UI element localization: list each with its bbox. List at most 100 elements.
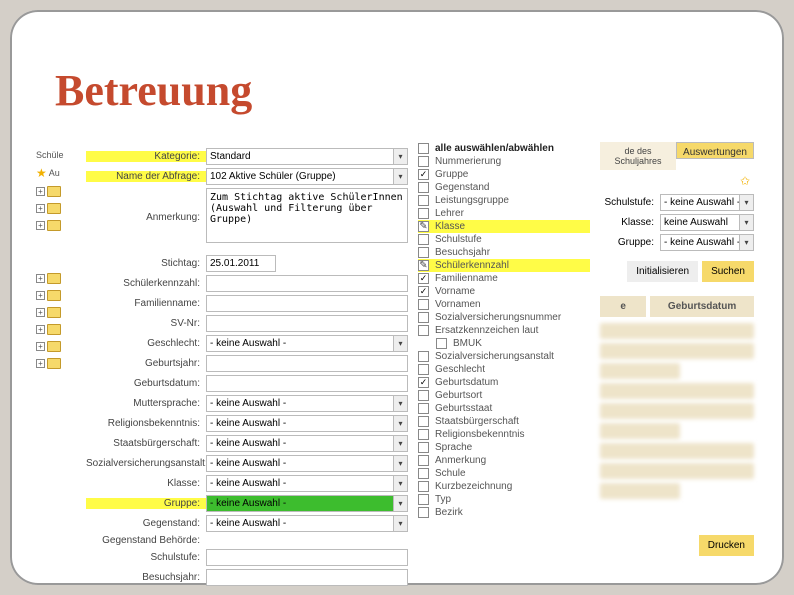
tree-row[interactable]: + — [36, 186, 84, 197]
star-icon[interactable]: ✩ — [740, 174, 750, 184]
tree-row[interactable]: + — [36, 324, 84, 335]
column-option[interactable]: Anmerkung — [418, 454, 590, 467]
select-gruppe[interactable] — [206, 495, 408, 512]
select-religion[interactable] — [206, 415, 408, 432]
checkbox[interactable] — [418, 494, 429, 505]
checkbox[interactable]: ✓ — [418, 273, 429, 284]
tree-row[interactable]: + — [36, 220, 84, 231]
input-familienname[interactable] — [206, 295, 408, 312]
select-kategorie[interactable] — [206, 148, 408, 165]
column-option[interactable]: Staatsbürgerschaft — [418, 415, 590, 428]
column-option[interactable]: Klasse — [418, 220, 590, 233]
select-gegenstand[interactable] — [206, 515, 408, 532]
column-option[interactable]: Lehrer — [418, 207, 590, 220]
chevron-down-icon[interactable]: ▾ — [393, 496, 407, 511]
chevron-down-icon[interactable]: ▾ — [739, 215, 753, 230]
chevron-down-icon[interactable]: ▾ — [393, 149, 407, 164]
chevron-down-icon[interactable]: ▾ — [393, 169, 407, 184]
checkbox[interactable] — [418, 429, 429, 440]
column-option[interactable]: Vornamen — [418, 298, 590, 311]
column-option[interactable]: Geburtsstaat — [418, 402, 590, 415]
column-option[interactable]: Nummerierung — [418, 155, 590, 168]
tree-row[interactable]: + — [36, 307, 84, 318]
expand-icon[interactable]: + — [36, 291, 45, 300]
checkbox[interactable] — [418, 468, 429, 479]
column-option[interactable]: BMUK — [418, 337, 590, 350]
checkbox[interactable] — [418, 507, 429, 518]
input-stichtag[interactable] — [206, 255, 276, 272]
input-schulstufe[interactable] — [206, 549, 408, 566]
chevron-down-icon[interactable]: ▾ — [393, 396, 407, 411]
checkbox[interactable] — [418, 481, 429, 492]
checkbox[interactable] — [418, 156, 429, 167]
tree-row[interactable]: + — [36, 273, 84, 284]
chevron-down-icon[interactable]: ▾ — [393, 476, 407, 491]
tab-schuljahr[interactable]: de des Schuljahres — [600, 142, 676, 170]
checkbox[interactable] — [418, 351, 429, 362]
chevron-down-icon[interactable]: ▾ — [393, 456, 407, 471]
expand-icon[interactable]: + — [36, 221, 45, 230]
expand-icon[interactable]: + — [36, 342, 45, 351]
checkbox[interactable] — [418, 260, 429, 271]
checkbox[interactable]: ✓ — [418, 169, 429, 180]
checkbox[interactable]: ✓ — [418, 377, 429, 388]
column-option[interactable]: Schulstufe — [418, 233, 590, 246]
select-sva[interactable] — [206, 455, 408, 472]
checkbox[interactable] — [418, 364, 429, 375]
chevron-down-icon[interactable]: ▾ — [393, 336, 407, 351]
checkbox[interactable] — [418, 195, 429, 206]
column-option[interactable]: ✓Geburtsdatum — [418, 376, 590, 389]
tab-auswertungen[interactable]: Auswertungen — [676, 142, 754, 159]
checkbox[interactable] — [436, 338, 447, 349]
init-button[interactable]: Initialisieren — [627, 261, 698, 282]
chevron-down-icon[interactable]: ▾ — [393, 516, 407, 531]
chevron-down-icon[interactable]: ▾ — [393, 436, 407, 451]
expand-icon[interactable]: + — [36, 325, 45, 334]
column-option[interactable]: Leistungsgruppe — [418, 194, 590, 207]
tree-row[interactable]: + — [36, 358, 84, 369]
checkbox[interactable] — [418, 221, 429, 232]
select-muttersprache[interactable] — [206, 395, 408, 412]
column-option[interactable]: Kurzbezeichnung — [418, 480, 590, 493]
search-button[interactable]: Suchen — [702, 261, 754, 282]
expand-icon[interactable]: + — [36, 308, 45, 317]
column-option[interactable]: Bezirk — [418, 506, 590, 519]
checkbox[interactable] — [418, 247, 429, 258]
print-button[interactable]: Drucken — [699, 535, 754, 556]
select-name-abfrage[interactable] — [206, 168, 408, 185]
column-option[interactable]: Sozialversicherungsnummer — [418, 311, 590, 324]
checkbox[interactable] — [418, 182, 429, 193]
expand-icon[interactable]: + — [36, 204, 45, 213]
select-staatsb[interactable] — [206, 435, 408, 452]
column-option[interactable]: Sozialversicherungsanstalt — [418, 350, 590, 363]
select-klasse[interactable] — [206, 475, 408, 492]
tree-row[interactable]: + — [36, 290, 84, 301]
input-geburtsdatum[interactable] — [206, 375, 408, 392]
column-option[interactable]: Religionsbekenntnis — [418, 428, 590, 441]
checkbox[interactable] — [418, 208, 429, 219]
column-option[interactable]: Schülerkennzahl — [418, 259, 590, 272]
checkbox[interactable] — [418, 416, 429, 427]
column-option[interactable]: Schule — [418, 467, 590, 480]
select-geschlecht[interactable] — [206, 335, 408, 352]
column-option[interactable]: Ersatzkennzeichen laut — [418, 324, 590, 337]
tree-row[interactable]: + — [36, 203, 84, 214]
tree-row[interactable]: + — [36, 341, 84, 352]
input-schuelerkennzahl[interactable] — [206, 275, 408, 292]
input-besuchsjahr[interactable] — [206, 569, 408, 586]
checkbox[interactable] — [418, 455, 429, 466]
expand-icon[interactable]: + — [36, 274, 45, 283]
textarea-anmerkung[interactable] — [206, 188, 408, 243]
column-option[interactable]: Typ — [418, 493, 590, 506]
column-option[interactable]: Geburtsort — [418, 389, 590, 402]
input-geburtsjahr[interactable] — [206, 355, 408, 372]
checkbox[interactable] — [418, 234, 429, 245]
column-option[interactable]: ✓Gruppe — [418, 168, 590, 181]
tree-row[interactable]: ★Au — [36, 166, 84, 180]
column-option[interactable]: Gegenstand — [418, 181, 590, 194]
column-option[interactable]: Besuchsjahr — [418, 246, 590, 259]
checkbox[interactable]: ✓ — [418, 286, 429, 297]
checkbox[interactable] — [418, 312, 429, 323]
chevron-down-icon[interactable]: ▾ — [739, 235, 753, 250]
expand-icon[interactable]: + — [36, 359, 45, 368]
